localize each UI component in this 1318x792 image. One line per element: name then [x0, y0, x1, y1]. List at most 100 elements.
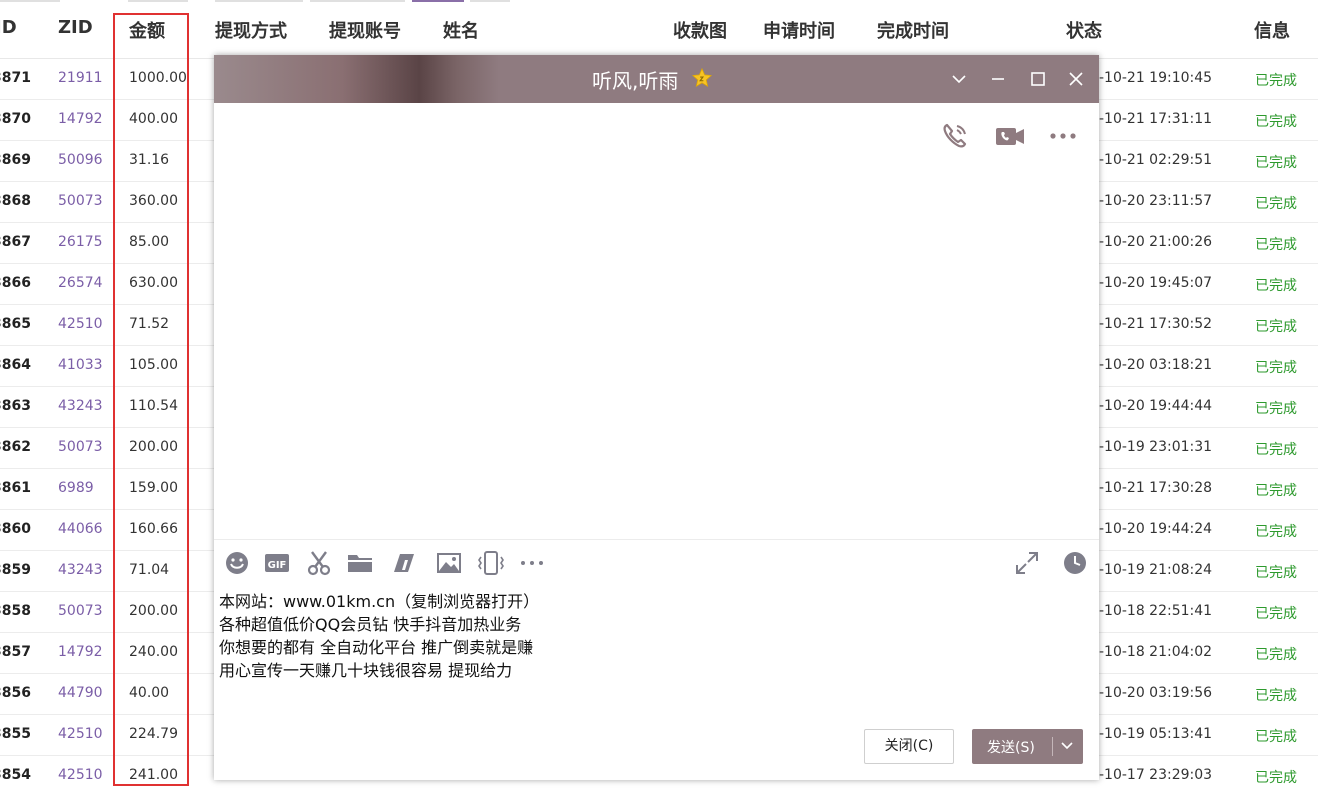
row-amount: 630.00: [129, 275, 178, 291]
star-icon: [691, 67, 713, 88]
row-zid-link[interactable]: 26175: [58, 234, 103, 250]
row-amount: 71.52: [129, 316, 170, 332]
row-time: -10-20 03:19:56: [1099, 685, 1213, 701]
row-id: 3867: [0, 234, 31, 250]
gif-icon[interactable]: GIF: [264, 550, 290, 576]
row-zid-link[interactable]: 42510: [58, 316, 103, 332]
titlebar-background-photo: [214, 55, 499, 103]
emoji-icon[interactable]: [224, 550, 250, 576]
close-icon[interactable]: [1066, 69, 1086, 89]
row-status: 已完成: [1255, 442, 1297, 458]
send-options-chevron-icon[interactable]: [1060, 739, 1074, 753]
row-zid-link[interactable]: 50073: [58, 439, 103, 455]
send-label: 发送(S): [987, 740, 1035, 756]
row-zid-link[interactable]: 44790: [58, 685, 103, 701]
scissors-icon[interactable]: [306, 550, 332, 576]
history-clock-icon[interactable]: [1062, 550, 1088, 576]
chevron-down-icon[interactable]: [949, 69, 969, 89]
row-time: -10-18 21:04:02: [1099, 644, 1213, 660]
row-amount: 200.00: [129, 439, 178, 455]
header-name: 姓名: [443, 21, 479, 42]
row-status: 已完成: [1255, 237, 1297, 253]
row-time: -10-20 23:11:57: [1099, 193, 1213, 209]
row-status: 已完成: [1255, 565, 1297, 581]
row-zid-link[interactable]: 26574: [58, 275, 103, 291]
row-id: 3860: [0, 521, 31, 537]
row-status: 已完成: [1255, 647, 1297, 663]
row-zid-link[interactable]: 50096: [58, 152, 103, 168]
row-status: 已完成: [1255, 73, 1297, 89]
row-amount: 105.00: [129, 357, 178, 373]
row-amount: 1000.00: [129, 70, 187, 86]
header-id: ID: [0, 17, 17, 38]
minimize-icon[interactable]: [988, 69, 1008, 89]
row-status: 已完成: [1255, 155, 1297, 171]
chat-title: 听风,听雨: [592, 69, 679, 93]
row-zid-link[interactable]: 14792: [58, 111, 103, 127]
maximize-icon[interactable]: [1028, 69, 1048, 89]
phone-call-icon[interactable]: [939, 120, 971, 152]
row-status: 已完成: [1255, 319, 1297, 335]
row-zid-link[interactable]: 42510: [58, 767, 103, 783]
header-apply-time: 申请时间: [763, 21, 835, 42]
row-time: -10-17 23:29:03: [1099, 767, 1213, 783]
row-id: 3858: [0, 603, 31, 619]
page: ID ZID 金额 提现方式 提现账号 姓名 收款图 申请时间 完成时间 状态 …: [0, 0, 1318, 792]
row-status: 已完成: [1255, 770, 1297, 786]
image-icon[interactable]: [436, 550, 462, 576]
row-zid-link[interactable]: 14792: [58, 644, 103, 660]
send-button[interactable]: 发送(S): [972, 729, 1083, 764]
message-input[interactable]: 本网站：www.01km.cn（复制浏览器打开） 各种超值低价QQ会员钻 快手抖…: [219, 590, 539, 682]
expand-icon[interactable]: [1014, 550, 1040, 576]
row-id: 3862: [0, 439, 31, 455]
row-status: 已完成: [1255, 524, 1297, 540]
row-time: -10-21 19:10:45: [1099, 70, 1213, 86]
row-id: 3870: [0, 111, 31, 127]
row-status: 已完成: [1255, 278, 1297, 294]
row-time: -10-20 19:44:44: [1099, 398, 1213, 414]
row-zid-link[interactable]: 41033: [58, 357, 103, 373]
row-zid-link[interactable]: 6989: [58, 480, 94, 496]
row-zid-link[interactable]: 44066: [58, 521, 103, 537]
table-header: ID ZID 金额 提现方式 提现账号 姓名 收款图 申请时间 完成时间 状态 …: [0, 0, 1318, 59]
header-done-time: 完成时间: [877, 21, 949, 42]
row-amount: 240.00: [129, 644, 178, 660]
row-zid-link[interactable]: 43243: [58, 398, 103, 414]
row-zid-link[interactable]: 50073: [58, 193, 103, 209]
row-time: -10-18 22:51:41: [1099, 603, 1213, 619]
row-amount: 159.00: [129, 480, 178, 496]
more-options-icon[interactable]: [1047, 120, 1079, 152]
folder-icon[interactable]: [347, 550, 373, 576]
row-status: 已完成: [1255, 606, 1297, 622]
row-amount: 160.66: [129, 521, 178, 537]
row-amount: 31.16: [129, 152, 170, 168]
video-call-icon[interactable]: [994, 120, 1026, 152]
row-status: 已完成: [1255, 196, 1297, 212]
row-amount: 200.00: [129, 603, 178, 619]
row-status: 已完成: [1255, 114, 1297, 130]
row-time: -10-20 19:44:24: [1099, 521, 1213, 537]
header-zid: ZID: [58, 17, 93, 38]
close-button[interactable]: 关闭(C): [864, 729, 954, 764]
row-amount: 85.00: [129, 234, 170, 250]
row-zid-link[interactable]: 21911: [58, 70, 103, 86]
chat-window: 听风,听雨 GIF 本网站：www.01km.cn（复制浏览器打开） 各种超值低…: [214, 55, 1099, 780]
row-amount: 224.79: [129, 726, 178, 742]
row-id: 3865: [0, 316, 31, 332]
row-id: 3871: [0, 70, 31, 86]
header-account: 提现账号: [329, 21, 401, 42]
row-amount: 40.00: [129, 685, 170, 701]
row-zid-link[interactable]: 42510: [58, 726, 103, 742]
row-amount: 71.04: [129, 562, 170, 578]
chat-titlebar[interactable]: 听风,听雨: [214, 55, 1099, 103]
row-id: 3854: [0, 767, 31, 783]
more-tools-icon[interactable]: [519, 550, 545, 576]
screen-share-icon[interactable]: [391, 550, 417, 576]
row-zid-link[interactable]: 43243: [58, 562, 103, 578]
send-divider: [1052, 737, 1053, 756]
shake-window-icon[interactable]: [478, 550, 504, 576]
row-status: 已完成: [1255, 688, 1297, 704]
header-amount: 金额: [129, 21, 165, 42]
message-line: 用心宣传一天赚几十块钱很容易 提现给力: [219, 661, 513, 680]
row-zid-link[interactable]: 50073: [58, 603, 103, 619]
